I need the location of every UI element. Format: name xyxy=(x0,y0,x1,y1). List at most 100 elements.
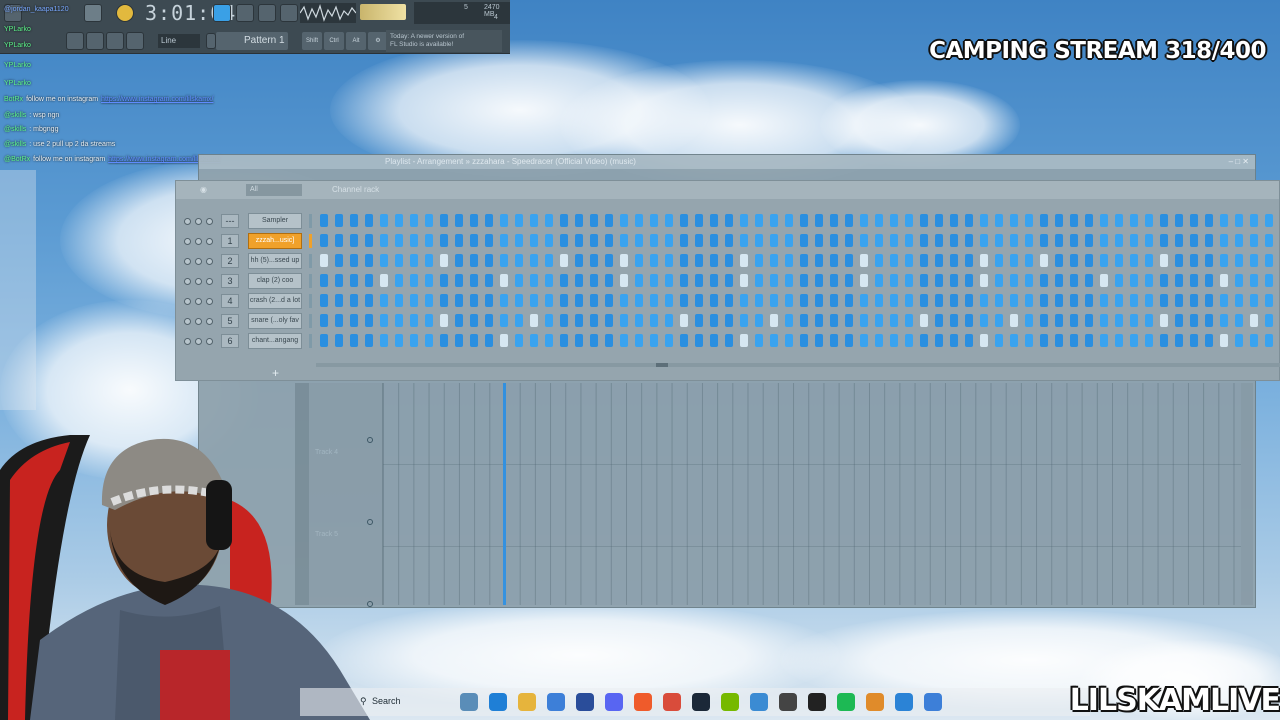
step-button[interactable] xyxy=(560,334,568,347)
step-button[interactable] xyxy=(1130,214,1138,227)
step-button[interactable] xyxy=(425,294,433,307)
step-button[interactable] xyxy=(1265,334,1273,347)
step-button[interactable] xyxy=(665,334,673,347)
step-button[interactable] xyxy=(650,294,658,307)
step-button[interactable] xyxy=(950,254,958,267)
step-button[interactable] xyxy=(575,314,583,327)
step-button[interactable] xyxy=(695,254,703,267)
step-button[interactable] xyxy=(410,254,418,267)
step-button[interactable] xyxy=(710,214,718,227)
step-button[interactable] xyxy=(1160,254,1168,267)
step-button[interactable] xyxy=(500,274,508,287)
step-button[interactable] xyxy=(650,234,658,247)
step-button[interactable] xyxy=(1220,334,1228,347)
step-button[interactable] xyxy=(680,294,688,307)
step-button[interactable] xyxy=(845,254,853,267)
channel-pan-knob[interactable] xyxy=(195,258,202,265)
step-button[interactable] xyxy=(605,294,613,307)
edge-icon[interactable] xyxy=(489,693,507,711)
step-button[interactable] xyxy=(350,274,358,287)
step-button[interactable] xyxy=(980,294,988,307)
step-button[interactable] xyxy=(920,254,928,267)
step-button[interactable] xyxy=(1010,314,1018,327)
step-button[interactable] xyxy=(350,254,358,267)
step-button[interactable] xyxy=(410,314,418,327)
step-button[interactable] xyxy=(950,274,958,287)
step-button[interactable] xyxy=(545,294,553,307)
step-button[interactable] xyxy=(830,214,838,227)
step-button[interactable] xyxy=(320,214,328,227)
step-button[interactable] xyxy=(935,214,943,227)
files-icon[interactable] xyxy=(518,693,536,711)
step-button[interactable] xyxy=(800,234,808,247)
step-button[interactable] xyxy=(725,294,733,307)
chat-username[interactable]: BotRx xyxy=(4,96,23,103)
step-button[interactable] xyxy=(440,274,448,287)
step-button[interactable] xyxy=(770,294,778,307)
chat-username[interactable]: @jordan_kaapa1120 xyxy=(4,6,69,13)
channel-mixer-track[interactable]: 6 xyxy=(221,334,239,348)
step-button[interactable] xyxy=(680,334,688,347)
step-button[interactable] xyxy=(665,214,673,227)
step-button[interactable] xyxy=(1070,314,1078,327)
step-button[interactable] xyxy=(965,274,973,287)
step-button[interactable] xyxy=(500,254,508,267)
step-button[interactable] xyxy=(830,314,838,327)
step-button[interactable] xyxy=(710,334,718,347)
step-button[interactable] xyxy=(425,314,433,327)
channel-mute-led[interactable] xyxy=(184,298,191,305)
step-button[interactable] xyxy=(1205,214,1213,227)
step-button[interactable] xyxy=(1160,214,1168,227)
chat-username[interactable]: @BotRx xyxy=(4,156,30,163)
channel-select-indicator[interactable] xyxy=(309,294,312,308)
step-button[interactable] xyxy=(455,214,463,227)
step-button[interactable] xyxy=(605,214,613,227)
step-button[interactable] xyxy=(920,234,928,247)
step-button[interactable] xyxy=(845,314,853,327)
step-button[interactable] xyxy=(485,314,493,327)
step-button[interactable] xyxy=(545,334,553,347)
step-button[interactable] xyxy=(650,274,658,287)
step-button[interactable] xyxy=(1010,254,1018,267)
step-button[interactable] xyxy=(1160,234,1168,247)
step-button[interactable] xyxy=(1115,294,1123,307)
step-button[interactable] xyxy=(350,294,358,307)
step-button[interactable] xyxy=(800,334,808,347)
step-button[interactable] xyxy=(815,314,823,327)
step-button[interactable] xyxy=(785,214,793,227)
step-button[interactable] xyxy=(515,234,523,247)
step-button[interactable] xyxy=(1160,274,1168,287)
step-button[interactable] xyxy=(500,234,508,247)
step-button[interactable] xyxy=(1055,274,1063,287)
step-button[interactable] xyxy=(935,314,943,327)
step-button[interactable] xyxy=(725,274,733,287)
channel-mixer-track[interactable]: --- xyxy=(221,214,239,228)
channel-volume-knob[interactable] xyxy=(206,298,213,305)
step-button[interactable] xyxy=(500,314,508,327)
channel-name-button[interactable]: snare (...oly fav xyxy=(248,313,302,329)
step-button[interactable] xyxy=(1025,234,1033,247)
step-button[interactable] xyxy=(785,274,793,287)
step-button[interactable] xyxy=(485,294,493,307)
step-button[interactable] xyxy=(1145,334,1153,347)
step-button[interactable] xyxy=(1010,214,1018,227)
step-button[interactable] xyxy=(1100,254,1108,267)
step-button[interactable] xyxy=(890,234,898,247)
channel-pan-knob[interactable] xyxy=(195,318,202,325)
step-button[interactable] xyxy=(485,274,493,287)
step-button[interactable] xyxy=(1190,274,1198,287)
step-button[interactable] xyxy=(1070,234,1078,247)
channel-mixer-track[interactable]: 2 xyxy=(221,254,239,268)
step-button[interactable] xyxy=(830,234,838,247)
step-button[interactable] xyxy=(815,214,823,227)
step-button[interactable] xyxy=(815,294,823,307)
step-button[interactable] xyxy=(1115,234,1123,247)
step-button[interactable] xyxy=(1115,274,1123,287)
step-button[interactable] xyxy=(995,274,1003,287)
step-button[interactable] xyxy=(695,274,703,287)
step-button[interactable] xyxy=(770,274,778,287)
step-button[interactable] xyxy=(1190,214,1198,227)
step-button[interactable] xyxy=(1145,214,1153,227)
step-button[interactable] xyxy=(605,314,613,327)
step-button[interactable] xyxy=(635,314,643,327)
